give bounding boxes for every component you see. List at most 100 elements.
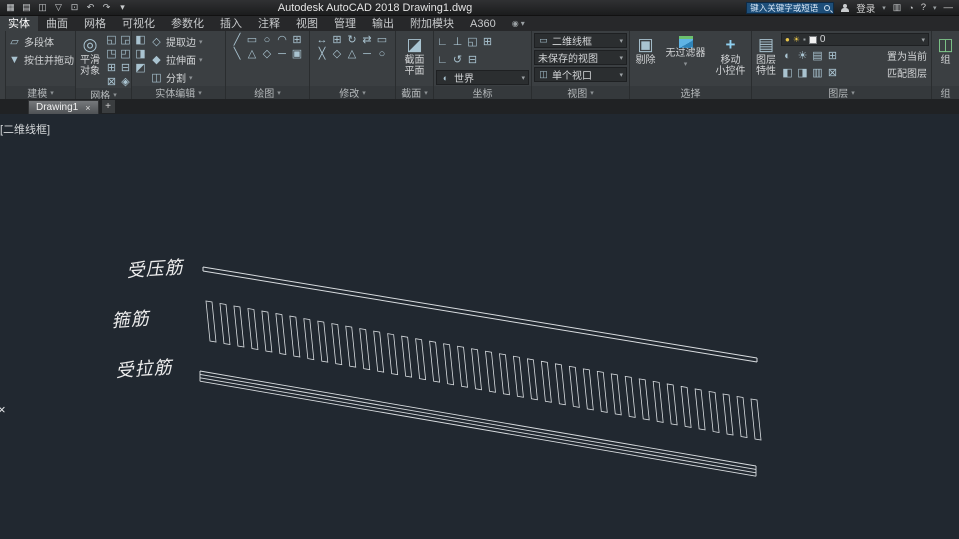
view-dropdown[interactable]: 未保存的视图 ▾: [534, 50, 627, 65]
tool-icon[interactable]: ◈: [119, 75, 132, 88]
tool-icon[interactable]: ⊞: [105, 61, 118, 74]
tool-icon[interactable]: ◠: [276, 33, 289, 46]
ribbon-display-toggle[interactable]: ◉ ▾: [512, 16, 525, 31]
make-current-button[interactable]: 置为当前: [885, 48, 929, 63]
redo-icon[interactable]: ↷: [100, 2, 113, 14]
polysolid-button[interactable]: ▱ 多段体: [8, 33, 74, 50]
sign-in-button[interactable]: 登录: [856, 1, 875, 15]
tool-icon[interactable]: ⊞: [826, 49, 839, 62]
tool-icon[interactable]: ▣: [291, 47, 304, 60]
tool-icon[interactable]: ∟: [436, 35, 449, 48]
tool-icon[interactable]: ⊥: [451, 35, 464, 48]
filter-dropdown-button[interactable]: 无过滤器 ▾: [664, 33, 708, 86]
extract-edges-button[interactable]: ◇ 提取边 ▾: [150, 33, 223, 50]
tool-icon[interactable]: ─: [276, 47, 289, 60]
tool-icon[interactable]: ▥: [811, 66, 824, 79]
save-icon[interactable]: ▽: [52, 2, 65, 14]
app-store-icon[interactable]: ▥: [893, 2, 902, 13]
tool-icon[interactable]: ◱: [466, 35, 479, 48]
tool-icon[interactable]: ◲: [119, 33, 132, 46]
tool-icon[interactable]: ╳: [316, 47, 329, 60]
panel-label-mesh[interactable]: 网格 ▾: [76, 88, 131, 99]
panel-label-layers[interactable]: 图层 ▾: [752, 86, 931, 99]
tool-icon[interactable]: ◩: [134, 61, 147, 74]
plot-icon[interactable]: ⊡: [68, 2, 81, 14]
open-icon[interactable]: ◫: [36, 2, 49, 14]
panel-label-coordinates[interactable]: 坐标: [434, 86, 531, 99]
layer-dropdown[interactable]: ● ☀ ▪ 0 ▾: [781, 33, 929, 46]
tool-icon[interactable]: ▤: [811, 49, 824, 62]
ribbon-tab-manage[interactable]: 管理: [326, 16, 364, 31]
tool-icon[interactable]: ↺: [451, 53, 464, 66]
ribbon-tab-a360[interactable]: A360: [462, 16, 504, 31]
tool-icon[interactable]: ◧: [781, 66, 794, 79]
tool-icon[interactable]: ▭: [376, 33, 389, 46]
tool-icon[interactable]: ◇: [331, 47, 344, 60]
tool-icon[interactable]: ○: [376, 47, 389, 60]
tool-icon[interactable]: ∟: [436, 53, 449, 66]
tool-icon[interactable]: ☀: [796, 49, 809, 62]
close-icon[interactable]: ×: [85, 103, 90, 113]
tool-icon[interactable]: ─: [361, 47, 374, 60]
panel-label-selection[interactable]: 选择: [630, 86, 751, 99]
cull-button[interactable]: ▣ 剔除: [634, 33, 658, 86]
tool-icon[interactable]: ⊠: [826, 66, 839, 79]
extrude-faces-button[interactable]: ◆ 拉伸面 ▾: [150, 51, 223, 68]
communication-icon[interactable]: ◔: [908, 3, 913, 13]
ribbon-tab-mesh[interactable]: 网格: [76, 16, 114, 31]
qat-caret-icon[interactable]: ▾: [116, 2, 129, 14]
tool-icon[interactable]: ╲: [231, 47, 244, 60]
panel-label-groups[interactable]: 组: [932, 86, 959, 99]
ribbon-tab-insert[interactable]: 插入: [212, 16, 250, 31]
undo-icon[interactable]: ↶: [84, 2, 97, 14]
sign-in-caret-icon[interactable]: ▾: [882, 4, 886, 12]
help-icon[interactable]: ?: [921, 2, 926, 13]
new-drawing-tab-button[interactable]: +: [102, 100, 115, 113]
presspull-button[interactable]: ▼ 按住并拖动: [8, 51, 74, 68]
tool-icon[interactable]: ◇: [261, 47, 274, 60]
tool-icon[interactable]: ◨: [796, 66, 809, 79]
tool-icon[interactable]: ⊞: [291, 33, 304, 46]
tool-icon[interactable]: ╱: [231, 33, 244, 46]
group-button[interactable]: ◫ 组: [935, 33, 955, 86]
tool-icon[interactable]: ⇄: [361, 33, 374, 46]
ribbon-tab-view[interactable]: 视图: [288, 16, 326, 31]
smooth-object-button[interactable]: ◎ 平滑 对象: [78, 33, 102, 88]
ribbon-tab-solid[interactable]: 实体: [0, 16, 38, 31]
tool-icon[interactable]: △: [246, 47, 259, 60]
minimize-button[interactable]: —: [944, 2, 954, 13]
panel-label-draw[interactable]: 绘图 ▾: [226, 86, 309, 99]
gizmo-dropdown-button[interactable]: + 移动 小控件: [714, 33, 748, 86]
tool-icon[interactable]: ⊞: [331, 33, 344, 46]
tool-icon[interactable]: ◰: [119, 47, 132, 60]
ribbon-tab-parametric[interactable]: 参数化: [163, 16, 212, 31]
panel-label-modeling[interactable]: 建模 ▾: [6, 86, 75, 99]
tool-icon[interactable]: ▭: [246, 33, 259, 46]
new-icon[interactable]: ▤: [20, 2, 33, 14]
tool-icon[interactable]: ⊟: [466, 53, 479, 66]
tool-icon[interactable]: △: [346, 47, 359, 60]
tool-icon[interactable]: ◳: [105, 47, 118, 60]
ribbon-tab-output[interactable]: 输出: [364, 16, 402, 31]
separate-button[interactable]: ◫ 分割 ▾: [150, 69, 223, 86]
ribbon-tab-addins[interactable]: 附加模块: [402, 16, 462, 31]
layer-properties-button[interactable]: ▤ 图层 特性: [754, 33, 778, 86]
tool-icon[interactable]: ⊞: [481, 35, 494, 48]
model-canvas[interactable]: [二维线框] × 受压筋箍筋受拉筋: [0, 114, 959, 539]
ribbon-tab-surface[interactable]: 曲面: [38, 16, 76, 31]
tool-icon[interactable]: ◐: [781, 49, 794, 62]
tool-icon[interactable]: ⊟: [119, 61, 132, 74]
panel-label-solid-editing[interactable]: 实体编辑 ▾: [132, 86, 225, 99]
file-tab-drawing1[interactable]: Drawing1 ×: [28, 100, 99, 114]
panel-label-view[interactable]: 视图 ▾: [532, 86, 629, 99]
viewport-config-dropdown[interactable]: ◫ 单个视口 ▾: [534, 67, 627, 82]
tool-icon[interactable]: ↔: [316, 33, 329, 46]
tool-icon[interactable]: ◧: [134, 33, 147, 46]
ucs-dropdown[interactable]: ◐ 世界 ▾: [436, 70, 529, 85]
ribbon-tab-annotate[interactable]: 注释: [250, 16, 288, 31]
section-plane-button[interactable]: ◪ 截面 平面: [403, 33, 427, 86]
viewport-control-label[interactable]: [二维线框]: [0, 121, 50, 137]
panel-label-modify[interactable]: 修改 ▾: [310, 86, 395, 99]
tool-icon[interactable]: ○: [261, 33, 274, 46]
app-menu-icon[interactable]: ▦: [4, 2, 17, 14]
